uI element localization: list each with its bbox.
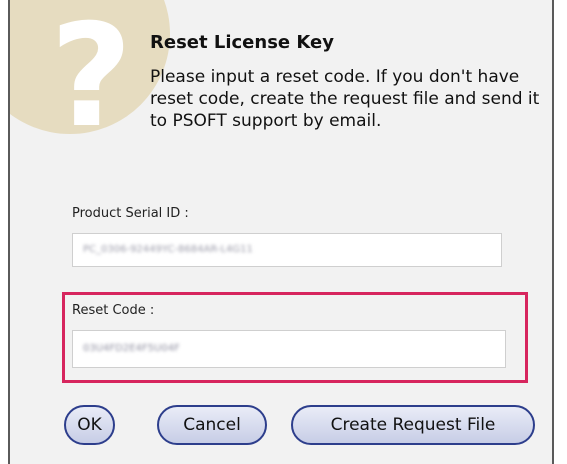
reset-code-label: Reset Code : — [72, 303, 155, 318]
product-serial-field[interactable]: PC_0306-92449YC-8684AR-L4G11 — [72, 233, 502, 267]
reset-code-field[interactable]: 03U4FD2E4F5U04F — [72, 330, 506, 368]
dialog-title: Reset License Key — [150, 32, 334, 53]
product-serial-value: PC_0306-92449YC-8684AR-L4G11 — [83, 244, 253, 255]
ok-button[interactable]: OK — [64, 405, 115, 445]
reset-license-dialog: ? Reset License Key Please input a reset… — [8, 0, 554, 464]
question-mark-icon: ? — [50, 0, 133, 159]
create-request-file-button[interactable]: Create Request File — [291, 405, 535, 445]
reset-code-value: 03U4FD2E4F5U04F — [83, 343, 180, 354]
cancel-button[interactable]: Cancel — [157, 405, 267, 445]
product-serial-label: Product Serial ID : — [72, 206, 189, 221]
dialog-message: Please input a reset code. If you don't … — [150, 67, 540, 131]
